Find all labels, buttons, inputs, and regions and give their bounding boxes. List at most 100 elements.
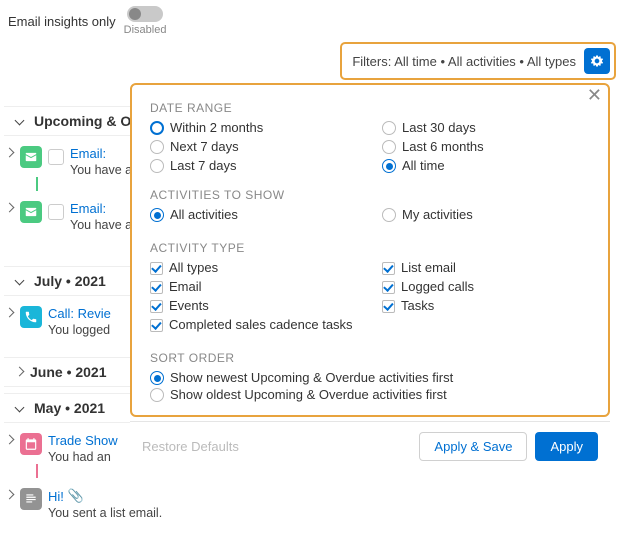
chevron-right-icon (6, 306, 16, 320)
chevron-right-icon (6, 433, 16, 447)
sort-option[interactable]: Show newest Upcoming & Overdue activitie… (150, 369, 590, 386)
group-title: July • 2021 (34, 273, 106, 289)
timeline-item-hi[interactable]: Hi! 📎 You sent a list email. (4, 484, 254, 520)
radio-icon (150, 371, 164, 385)
group-title: May • 2021 (34, 400, 105, 416)
activities-option[interactable]: All activities (150, 206, 358, 223)
checkbox-icon (150, 262, 163, 275)
chevron-down-icon (14, 401, 28, 415)
gear-icon (589, 53, 605, 69)
option-label: Show oldest Upcoming & Overdue activitie… (170, 387, 447, 402)
checkbox-icon (150, 281, 163, 294)
date-range-option[interactable]: All time (382, 157, 590, 174)
option-label: My activities (402, 207, 473, 222)
activity-type-option[interactable]: Logged calls (382, 278, 590, 295)
option-label: Email (169, 279, 202, 294)
chevron-right-icon (6, 488, 16, 502)
radio-icon (150, 121, 164, 135)
call-icon (20, 306, 42, 328)
chevron-right-icon (6, 201, 16, 215)
checkbox-icon (150, 300, 163, 313)
email-icon (20, 146, 42, 168)
option-label: Next 7 days (170, 139, 239, 154)
option-label: Logged calls (401, 279, 474, 294)
item-sub: You had an (48, 450, 118, 464)
option-label: Show newest Upcoming & Overdue activitie… (170, 370, 453, 385)
sort-option[interactable]: Show oldest Upcoming & Overdue activitie… (150, 386, 590, 403)
restore-defaults-button[interactable]: Restore Defaults (142, 439, 411, 454)
item-sub: You logged (48, 323, 111, 337)
group-title: Upcoming & O (34, 113, 131, 129)
option-label: Last 30 days (402, 120, 476, 135)
checkbox-icon (382, 300, 395, 313)
item-sub: You sent a list email. (48, 506, 162, 520)
activities-heading: ACTIVITIES TO SHOW (150, 188, 590, 202)
apply-button[interactable]: Apply (535, 432, 598, 461)
radio-icon (382, 121, 396, 135)
attachment-icon: 📎 (68, 488, 84, 504)
filter-settings-button[interactable] (584, 48, 610, 74)
checkbox-icon (382, 262, 395, 275)
date-range-option[interactable]: Within 2 months (150, 119, 358, 136)
toggle-label: Email insights only (8, 14, 116, 29)
filter-summary: Filters: All time • All activities • All… (352, 54, 576, 69)
activity-type-option[interactable]: Tasks (382, 297, 590, 314)
list-email-icon (20, 488, 42, 510)
activity-type-option[interactable]: All types (150, 259, 358, 276)
email-icon (20, 201, 42, 223)
radio-icon (382, 159, 396, 173)
event-icon (20, 433, 42, 455)
activity-type-option[interactable]: List email (382, 259, 590, 276)
filter-panel: ✕ DATE RANGE Within 2 months Next 7 days… (130, 83, 610, 471)
radio-icon (150, 208, 164, 222)
checkbox-icon (382, 281, 395, 294)
date-range-option[interactable]: Next 7 days (150, 138, 358, 155)
option-label: Tasks (401, 298, 434, 313)
option-label: All time (402, 158, 445, 173)
group-title: June • 2021 (30, 364, 107, 380)
option-label: Events (169, 298, 209, 313)
timeline-connector (36, 177, 38, 191)
activity-type-heading: ACTIVITY TYPE (150, 241, 590, 255)
activities-option[interactable]: My activities (382, 206, 590, 223)
activity-type-option[interactable]: Events (150, 297, 358, 314)
panel-footer: Restore Defaults Apply & Save Apply (130, 421, 610, 471)
close-button[interactable]: ✕ (587, 85, 602, 106)
date-range-option[interactable]: Last 30 days (382, 119, 590, 136)
option-label: Last 6 months (402, 139, 484, 154)
complete-checkbox[interactable] (48, 204, 64, 220)
activity-type-option[interactable]: Email (150, 278, 358, 295)
radio-icon (150, 140, 164, 154)
email-insights-toggle[interactable] (127, 6, 163, 22)
item-title: Hi! (48, 489, 64, 504)
date-range-option[interactable]: Last 7 days (150, 157, 358, 174)
checkbox-icon (150, 319, 163, 332)
radio-icon (150, 159, 164, 173)
date-range-heading: DATE RANGE (150, 101, 590, 115)
chevron-down-icon (14, 114, 28, 128)
sort-heading: SORT ORDER (150, 351, 590, 365)
item-sub: You have an (70, 163, 139, 177)
item-title: Call: Revie (48, 306, 111, 321)
item-title: Email: (70, 146, 139, 161)
date-range-option[interactable]: Last 6 months (382, 138, 590, 155)
item-title: Email: (70, 201, 139, 216)
chevron-right-icon (6, 146, 16, 160)
radio-icon (382, 140, 396, 154)
timeline-connector (36, 464, 38, 478)
option-label: All activities (170, 207, 238, 222)
item-sub: You have an (70, 218, 139, 232)
complete-checkbox[interactable] (48, 149, 64, 165)
chevron-right-icon (16, 365, 26, 379)
activity-type-option[interactable]: Completed sales cadence tasks (150, 316, 358, 333)
item-title: Trade Show (48, 433, 118, 448)
option-label: Completed sales cadence tasks (169, 317, 353, 332)
apply-save-button[interactable]: Apply & Save (419, 432, 527, 461)
email-insights-row: Email insights only Disabled (0, 0, 624, 42)
option-label: List email (401, 260, 456, 275)
filter-bar: Filters: All time • All activities • All… (340, 42, 616, 80)
option-label: Within 2 months (170, 120, 263, 135)
option-label: All types (169, 260, 218, 275)
toggle-state: Disabled (124, 24, 167, 36)
radio-icon (150, 388, 164, 402)
